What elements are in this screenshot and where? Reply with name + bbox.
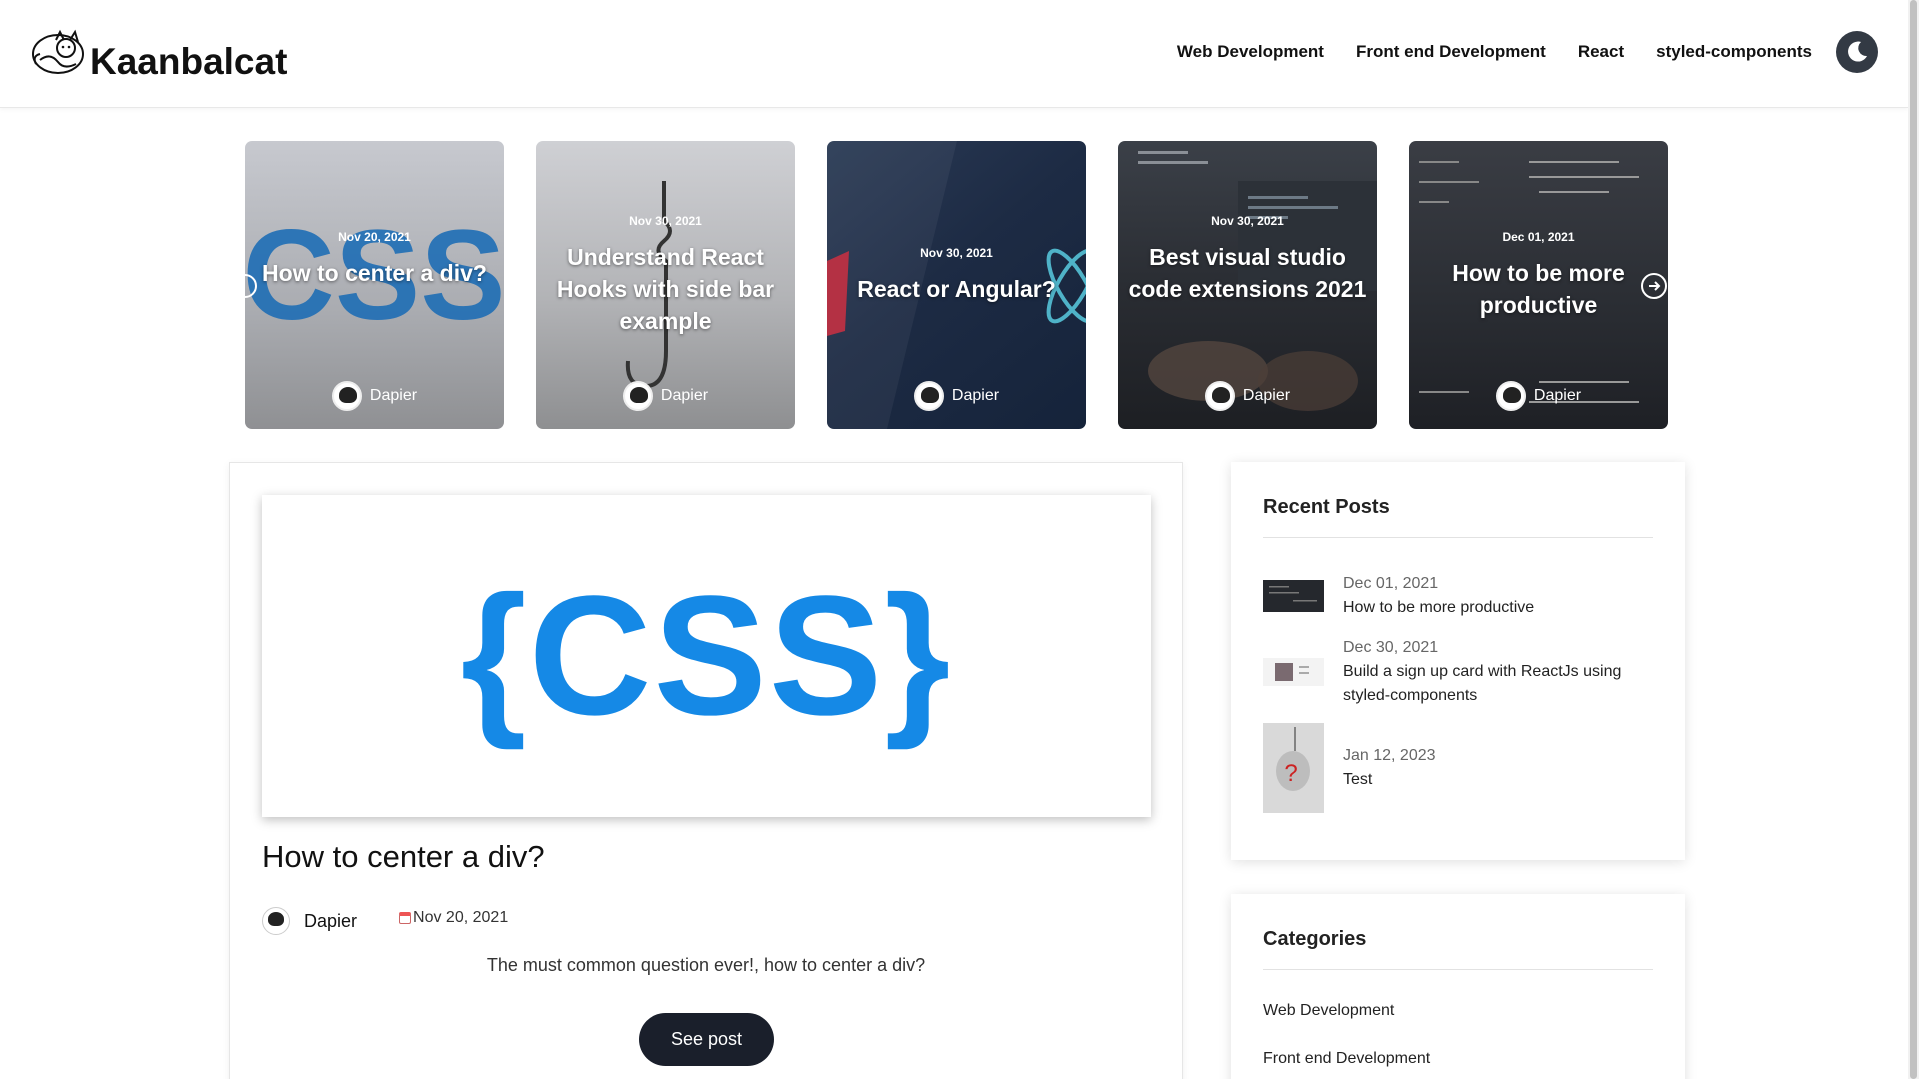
recent-post-thumbnail: ? bbox=[1263, 723, 1324, 813]
featured-card[interactable]: Dec 01, 2021 How to be more productive D… bbox=[1409, 141, 1668, 429]
featured-card[interactable]: Nov 30, 2021 Best visual studio code ext… bbox=[1118, 141, 1377, 429]
featured-posts-slider: CSS Nov 20, 2021 How to center a div? Da… bbox=[245, 141, 1669, 429]
recent-posts-widget: Recent Posts Dec 01, 2021 How to be more… bbox=[1231, 462, 1685, 860]
card-date: Nov 30, 2021 bbox=[629, 214, 702, 228]
avatar bbox=[1495, 381, 1526, 411]
recent-posts-title: Recent Posts bbox=[1263, 496, 1390, 518]
post-meta: Dapier Nov 20, 2021 bbox=[262, 907, 508, 935]
recent-post-date: Jan 12, 2023 bbox=[1343, 747, 1436, 764]
recent-post-item[interactable]: Dec 30, 2021 Build a sign up card with R… bbox=[1263, 636, 1653, 708]
recent-post-title[interactable]: How to be more productive bbox=[1343, 596, 1534, 620]
nav-item-web-development[interactable]: Web Development bbox=[1177, 42, 1324, 62]
recent-post-date: Dec 30, 2021 bbox=[1343, 639, 1439, 656]
featured-card[interactable]: Nov 30, 2021 Understand React Hooks with… bbox=[536, 141, 795, 429]
card-title: How to center a div? bbox=[262, 260, 487, 286]
nav-item-react[interactable]: React bbox=[1578, 42, 1624, 62]
avatar bbox=[622, 381, 653, 411]
categories-title: Categories bbox=[1263, 928, 1367, 950]
avatar bbox=[331, 381, 362, 411]
card-title: Best visual studio code extensions 2021 bbox=[1128, 244, 1367, 302]
post-date: Nov 20, 2021 bbox=[399, 909, 508, 927]
card-title: React or Angular? bbox=[857, 276, 1056, 302]
theme-toggle-button[interactable] bbox=[1836, 31, 1878, 73]
main-nav: Web Development Front end Development Re… bbox=[1177, 42, 1812, 62]
site-header: Kaanbalcat Web Development Front end Dev… bbox=[0, 0, 1908, 108]
card-author: Dapier bbox=[245, 381, 504, 411]
page-scrollbar[interactable] bbox=[1908, 0, 1919, 1079]
avatar bbox=[913, 381, 944, 411]
post-card: {CSS} How to center a div? Dapier Nov 20… bbox=[229, 462, 1183, 1079]
nav-item-front-end-development[interactable]: Front end Development bbox=[1356, 42, 1546, 62]
nav-item-styled-components[interactable]: styled-components bbox=[1656, 42, 1812, 62]
recent-post-title[interactable]: Build a sign up card with ReactJs using … bbox=[1343, 660, 1643, 708]
moon-icon bbox=[1848, 41, 1867, 62]
featured-card[interactable]: CSS Nov 20, 2021 How to center a div? Da… bbox=[245, 141, 504, 429]
svg-text:?: ? bbox=[1284, 760, 1297, 787]
card-author: Dapier bbox=[1118, 381, 1377, 411]
recent-post-thumbnail bbox=[1263, 580, 1324, 612]
card-author-name: Dapier bbox=[369, 387, 418, 404]
site-name: Kaanbalcat bbox=[90, 41, 288, 82]
card-author-name: Dapier bbox=[1242, 387, 1291, 404]
cat-logo-icon bbox=[32, 29, 84, 74]
card-author-name: Dapier bbox=[951, 387, 1000, 404]
card-date: Dec 01, 2021 bbox=[1502, 230, 1575, 244]
post-date-text: Nov 20, 2021 bbox=[413, 909, 509, 926]
see-post-button[interactable]: See post bbox=[639, 1013, 774, 1066]
card-author: Dapier bbox=[1409, 381, 1668, 411]
card-title: How to be more productive bbox=[1452, 260, 1625, 318]
divider bbox=[1263, 969, 1653, 970]
next-arrow-icon[interactable] bbox=[1641, 273, 1667, 299]
avatar bbox=[1204, 381, 1235, 411]
recent-post-thumbnail bbox=[1263, 658, 1324, 686]
post-author: Dapier bbox=[304, 910, 358, 931]
categories-widget: Categories Web Development Front end Dev… bbox=[1231, 894, 1685, 1079]
avatar bbox=[262, 907, 290, 935]
card-date: Nov 20, 2021 bbox=[338, 230, 411, 244]
recent-post-item[interactable]: Dec 01, 2021 How to be more productive bbox=[1263, 572, 1653, 620]
card-author-name: Dapier bbox=[660, 387, 709, 404]
calendar-icon bbox=[399, 912, 412, 924]
divider bbox=[1263, 537, 1653, 538]
site-logo[interactable]: Kaanbalcat bbox=[30, 26, 288, 82]
recent-post-title[interactable]: Test bbox=[1343, 768, 1436, 792]
post-title[interactable]: How to center a div? bbox=[262, 839, 545, 875]
category-item[interactable]: Web Development bbox=[1263, 1002, 1394, 1020]
featured-card[interactable]: Nov 30, 2021 React or Angular? Dapier bbox=[827, 141, 1086, 429]
recent-post-item[interactable]: ? Jan 12, 2023 Test bbox=[1263, 723, 1653, 813]
card-author: Dapier bbox=[536, 381, 795, 411]
arrow-right-icon bbox=[1649, 281, 1661, 291]
post-cover-image[interactable]: {CSS} bbox=[262, 495, 1151, 817]
card-date: Nov 30, 2021 bbox=[1211, 214, 1284, 228]
category-item[interactable]: Front end Development bbox=[1263, 1050, 1430, 1068]
card-author-name: Dapier bbox=[1533, 387, 1582, 404]
css-logo: {CSS} bbox=[460, 561, 953, 751]
post-excerpt: The must common question ever!, how to c… bbox=[486, 955, 926, 975]
scrollbar-thumb[interactable] bbox=[1910, 0, 1917, 1079]
card-title: Understand React Hooks with side bar exa… bbox=[556, 244, 775, 334]
card-author: Dapier bbox=[827, 381, 1086, 411]
recent-post-date: Dec 01, 2021 bbox=[1343, 575, 1439, 592]
card-date: Nov 30, 2021 bbox=[920, 246, 993, 260]
